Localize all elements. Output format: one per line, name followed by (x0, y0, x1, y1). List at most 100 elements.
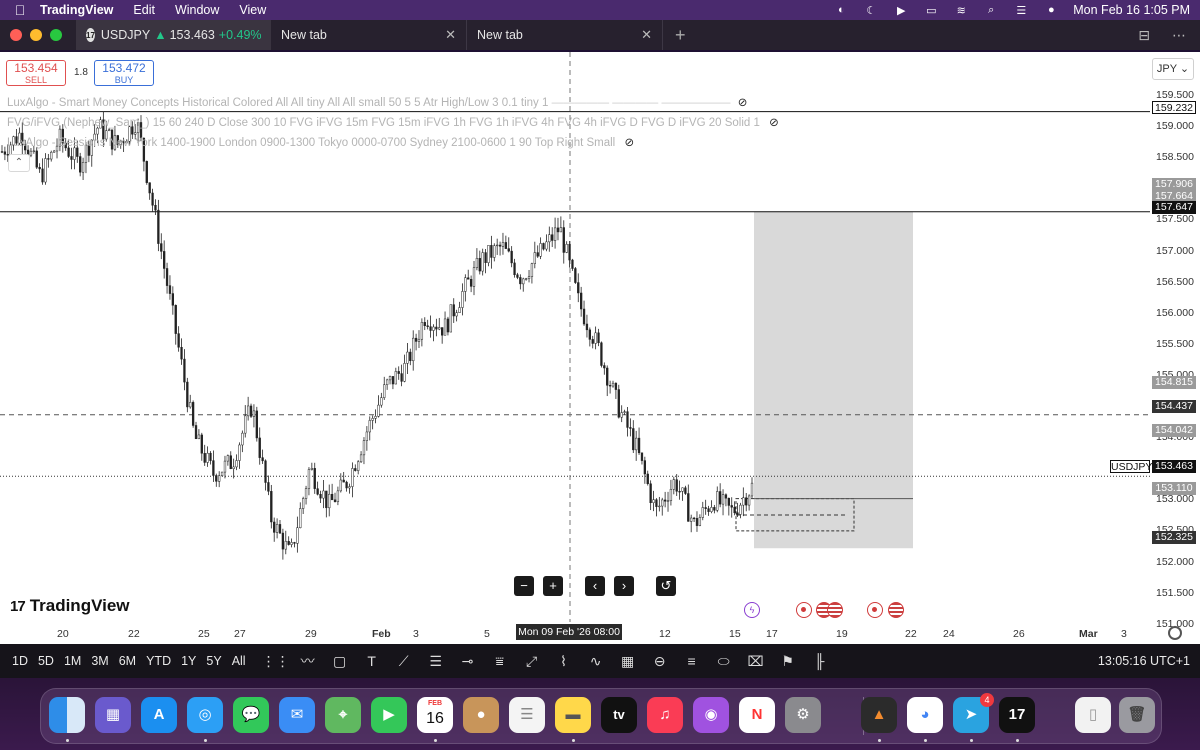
maps-icon[interactable]: ⌖ (325, 697, 361, 733)
timeframe-1m[interactable]: 1M (64, 654, 81, 668)
close-icon[interactable]: ✕ (445, 27, 456, 43)
mail-icon[interactable]: ✉ (279, 697, 315, 733)
document-icon[interactable]: ▯ (1075, 697, 1111, 733)
layout-icon[interactable]: ⊟ (1138, 27, 1150, 44)
search-icon[interactable]: ⌕ (983, 4, 999, 16)
indicator-smc[interactable]: LuxAlgo - Smart Money Concepts Historica… (7, 95, 747, 109)
tab-usdjpy[interactable]: 17 USDJPY ▲ 153.463 +0.49% (76, 20, 271, 50)
rectangle-tool-icon[interactable]: ▢ (324, 650, 356, 672)
ellipse-tool-icon[interactable]: ⬭ (708, 650, 740, 672)
control-center-icon[interactable]: ☰ (1013, 4, 1029, 17)
us-flag-event-icon[interactable] (888, 602, 904, 618)
menu-window[interactable]: Window (175, 3, 219, 17)
hidden-eye-icon[interactable]: ⊘ (738, 97, 748, 109)
close-window-button[interactable] (10, 29, 22, 41)
chrome-icon[interactable]: ◕ (907, 697, 943, 733)
messages-icon[interactable]: 💬 (233, 697, 269, 733)
candle-body (635, 437, 638, 451)
scroll-left-button[interactable]: ‹ (585, 576, 605, 596)
hidden-eye-icon[interactable]: ⊘ (769, 117, 779, 129)
menu-clock[interactable]: Mon Feb 16 1:05 PM (1073, 3, 1190, 17)
path-tool-icon[interactable]: ⌇ (548, 650, 580, 672)
zoom-in-button[interactable]: + (543, 576, 563, 596)
timeframe-1y[interactable]: 1Y (181, 654, 196, 668)
timeframe-3m[interactable]: 3M (91, 654, 108, 668)
chart-area[interactable]: 153.454 SELL 1.8 153.472 BUY LuxAlgo - S… (0, 52, 1200, 644)
siri-icon[interactable]: ● (1043, 4, 1059, 16)
trendline-tool-icon[interactable]: ⟋ (388, 650, 420, 672)
notes-icon[interactable]: ▬ (555, 697, 591, 733)
reset-chart-button[interactable]: ↺ (656, 576, 676, 596)
system-settings-icon[interactable]: ⚙ (785, 697, 821, 733)
candle-body (409, 351, 412, 362)
close-icon[interactable]: ✕ (641, 27, 652, 43)
calendar-icon[interactable]: FEB 16 (417, 697, 453, 733)
bars-pattern-icon[interactable]: ╟ (804, 650, 836, 672)
gear-icon[interactable] (1168, 626, 1182, 640)
hidden-eye-icon[interactable]: ⊘ (624, 137, 634, 149)
text-tool-icon[interactable]: T (356, 650, 388, 672)
economic-event-icon[interactable] (796, 602, 812, 618)
economic-event-icon[interactable] (867, 602, 883, 618)
indicator-fvg[interactable]: FVG/iFVG (Nephew_Sam_) 15 60 240 D Close… (7, 115, 779, 129)
horizontal-ray-icon[interactable]: ⊸ (452, 650, 484, 672)
tab-new-2[interactable]: New tab ✕ (467, 20, 663, 50)
tradingview-app-icon[interactable]: 17 (999, 697, 1035, 733)
callout-tool-icon[interactable]: ⌧ (740, 650, 772, 672)
music-icon[interactable]: ♫ (647, 697, 683, 733)
timeframe-6m[interactable]: 6M (119, 654, 136, 668)
timeframe-5y[interactable]: 5Y (206, 654, 221, 668)
facetime-icon[interactable]: ▶ (371, 697, 407, 733)
fib-levels-icon[interactable]: ≡ (676, 650, 708, 672)
timeframe-1d[interactable]: 1D (12, 654, 28, 668)
timeframe-all[interactable]: All (232, 654, 246, 668)
launchpad-icon[interactable]: ▦ (95, 697, 131, 733)
screen-share-icon[interactable]: ◐ (833, 4, 849, 16)
date-tick: 22 (905, 628, 917, 640)
ray-tool-icon[interactable]: ⤢ (516, 650, 548, 672)
maximize-window-button[interactable] (50, 29, 62, 41)
brush-tool-icon[interactable]: ∿ (580, 650, 612, 672)
horizontal-line-icon[interactable]: ⊖ (644, 650, 676, 672)
safari-icon[interactable]: ◎ (187, 697, 223, 733)
collapse-indicators-button[interactable]: ⌃ (8, 154, 30, 172)
buy-button[interactable]: 153.472 BUY (94, 60, 154, 86)
battery-icon[interactable]: ▭ (923, 4, 939, 17)
utc-clock[interactable]: 13:05:16 UTC+1 (1098, 654, 1190, 668)
tab-new-1[interactable]: New tab ✕ (271, 20, 467, 50)
wave-tool-icon[interactable]: 〰 (292, 650, 324, 672)
podcasts-icon[interactable]: ◉ (693, 697, 729, 733)
contacts-icon[interactable]: ● (463, 697, 499, 733)
sell-button[interactable]: 153.454 SELL (6, 60, 66, 86)
currency-select[interactable]: JPY ⌄ (1152, 58, 1194, 80)
us-flag-event-icon[interactable] (827, 602, 843, 618)
parallel-channel-icon[interactable]: ⩸ (484, 650, 516, 672)
menu-view[interactable]: View (239, 3, 266, 17)
scroll-right-button[interactable]: › (614, 576, 634, 596)
wifi-icon[interactable]: ≋ (953, 4, 969, 17)
timeframe-5d[interactable]: 5D (38, 654, 54, 668)
timeframe-ytd[interactable]: YTD (146, 654, 171, 668)
minimize-window-button[interactable] (30, 29, 42, 41)
trading-app-icon[interactable]: ▲ (861, 697, 897, 733)
fib-retracement-icon[interactable]: ☰ (420, 650, 452, 672)
news-icon[interactable]: N (739, 697, 775, 733)
menu-edit[interactable]: Edit (133, 3, 155, 17)
finder-icon[interactable] (49, 697, 85, 733)
drag-handle-icon[interactable]: ⋮⋮ (260, 650, 292, 672)
grid-tool-icon[interactable]: ▦ (612, 650, 644, 672)
menu-app-name[interactable]: TradingView (40, 3, 113, 17)
moon-icon[interactable]: ☾ (863, 4, 879, 17)
apple-tv-icon[interactable]: tv (601, 697, 637, 733)
more-icon[interactable]: ⋯ (1172, 27, 1186, 44)
flag-tool-icon[interactable]: ⚑ (772, 650, 804, 672)
trash-icon[interactable]: 🗑 (1119, 697, 1155, 733)
app-store-icon[interactable]: A (141, 697, 177, 733)
apple-icon[interactable]:  (0, 2, 40, 18)
reminders-icon[interactable]: ☰ (509, 697, 545, 733)
new-tab-icon[interactable]: + (675, 25, 686, 46)
play-icon[interactable]: ▶ (893, 4, 909, 17)
lightning-event-icon[interactable]: ϟ (744, 602, 760, 618)
zoom-out-button[interactable]: − (514, 576, 534, 596)
indicator-sessions[interactable]: LuxAlgo - Sessions New York 1400-1900 Lo… (7, 135, 634, 149)
